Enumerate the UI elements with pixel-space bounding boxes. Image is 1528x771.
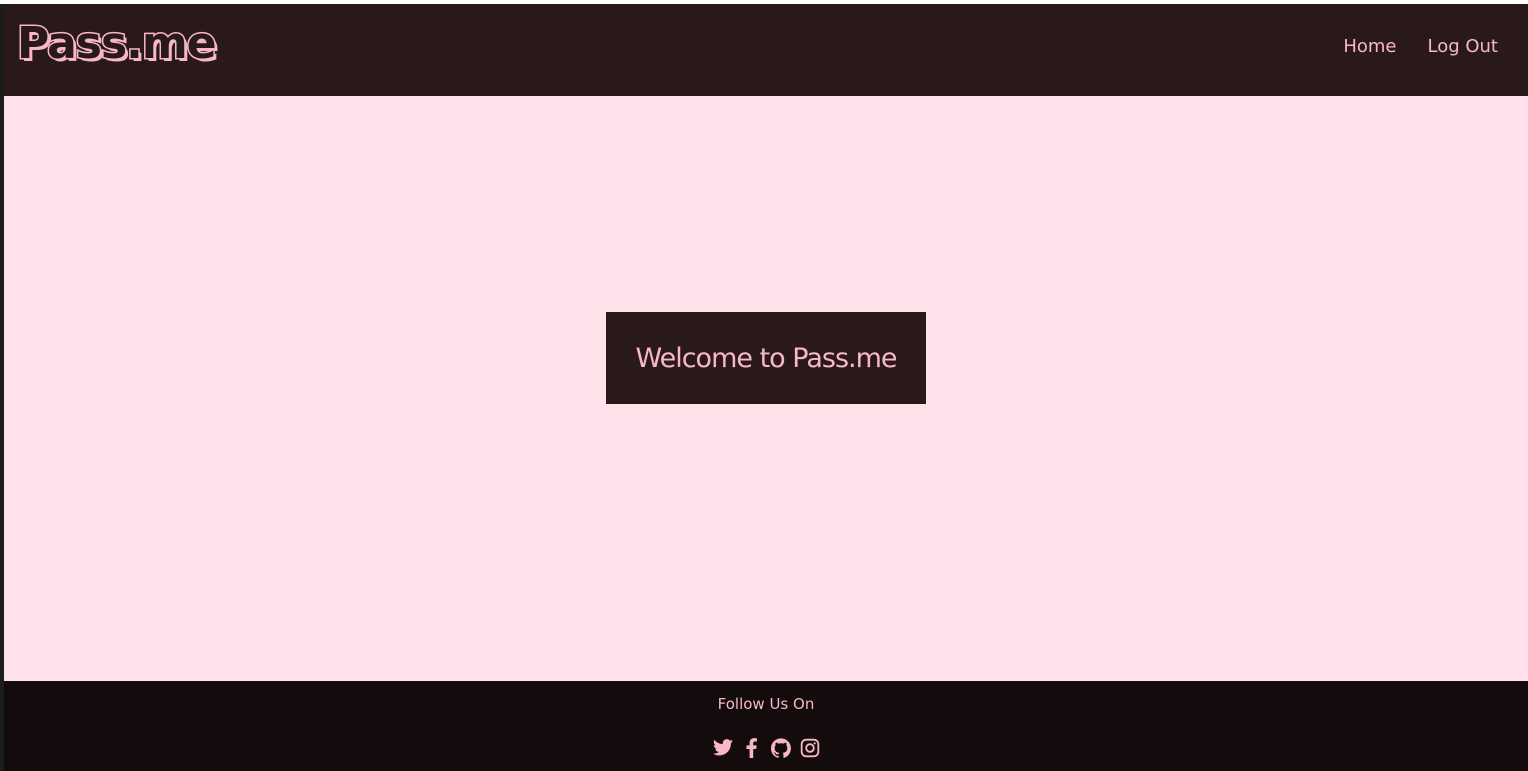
- nav-links: Home Log Out: [1343, 38, 1498, 56]
- instagram-icon[interactable]: [799, 737, 820, 758]
- welcome-heading: Welcome to Pass.me: [635, 342, 897, 374]
- github-icon[interactable]: [770, 737, 791, 758]
- nav-link-log-out[interactable]: Log Out: [1427, 38, 1498, 56]
- welcome-banner: Welcome to Pass.me: [606, 312, 926, 404]
- facebook-icon[interactable]: [741, 737, 762, 758]
- nav-link-home[interactable]: Home: [1343, 38, 1396, 56]
- social-links: [4, 737, 1528, 758]
- brand-logo[interactable]: Pass.me: [16, 20, 219, 67]
- main-content: Welcome to Pass.me: [4, 96, 1528, 681]
- navbar: Pass.me Home Log Out: [4, 4, 1528, 96]
- twitter-icon[interactable]: [712, 737, 733, 758]
- footer-title: Follow Us On: [717, 695, 815, 713]
- footer: Follow Us On: [4, 681, 1528, 771]
